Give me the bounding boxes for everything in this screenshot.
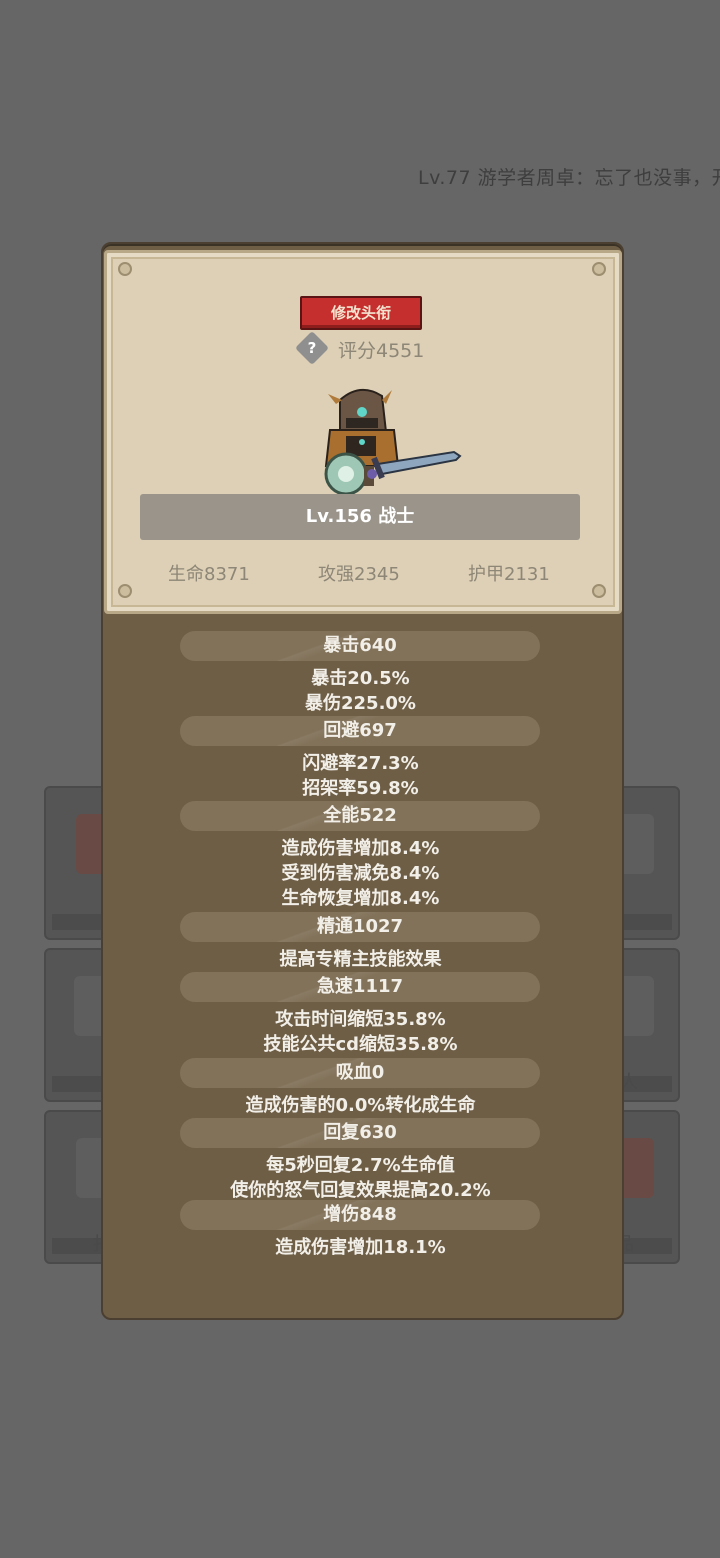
stat-detail: 闪避率27.3% [302, 753, 419, 774]
stat-detail: 招架率59.8% [302, 778, 419, 799]
stat-header-damage-bonus: 增伤848 [180, 1200, 540, 1230]
stat-detail: 暴击20.5% [311, 668, 410, 689]
stat-detail: 每5秒回复2.7%生命值 [266, 1155, 455, 1176]
rivet-decoration [118, 584, 132, 598]
stat-detail: 暴伤225.0% [305, 693, 416, 714]
rivet-decoration [592, 584, 606, 598]
stat-header-crit: 暴击640 [180, 631, 540, 661]
stat-header-recovery: 回复630 [180, 1118, 540, 1148]
hp-stat: 生命8371 [168, 564, 250, 585]
level-class-bar: Lv.156 战士 [140, 494, 580, 540]
stat-detail: 提高专精主技能效果 [279, 949, 442, 970]
attack-stat: 攻强2345 [318, 564, 400, 585]
stat-detail: 造成伤害增加8.4% [281, 838, 440, 859]
armor-stat: 护甲2131 [468, 564, 550, 585]
stat-header-haste: 急速1117 [180, 972, 540, 1002]
stat-header-avoidance: 回避697 [180, 716, 540, 746]
edit-title-button[interactable]: 修改头衔 [300, 296, 422, 330]
world-chat-message: Lv.77 游学者周卓：忘了也没事，开 [418, 167, 720, 189]
help-icon[interactable]: ? [295, 331, 329, 365]
stat-detail: 攻击时间缩短35.8% [275, 1009, 446, 1030]
stat-detail: 受到伤害减免8.4% [281, 863, 440, 884]
stat-detail: 生命恢复增加8.4% [281, 888, 440, 909]
stat-detail: 造成伤害的0.0%转化成生命 [245, 1095, 476, 1116]
stat-header-mastery: 精通1027 [180, 912, 540, 942]
stat-detail: 技能公共cd缩短35.8% [263, 1034, 458, 1055]
stat-header-versatility: 全能522 [180, 801, 540, 831]
warrior-character-sprite [324, 389, 462, 496]
stat-header-lifesteal: 吸血0 [180, 1058, 540, 1088]
score-label: 评分4551 [338, 340, 425, 362]
rivet-decoration [592, 262, 606, 276]
stat-detail: 造成伤害增加18.1% [275, 1237, 446, 1258]
stat-detail: 使你的怒气回复效果提高20.2% [230, 1180, 491, 1201]
rivet-decoration [118, 262, 132, 276]
